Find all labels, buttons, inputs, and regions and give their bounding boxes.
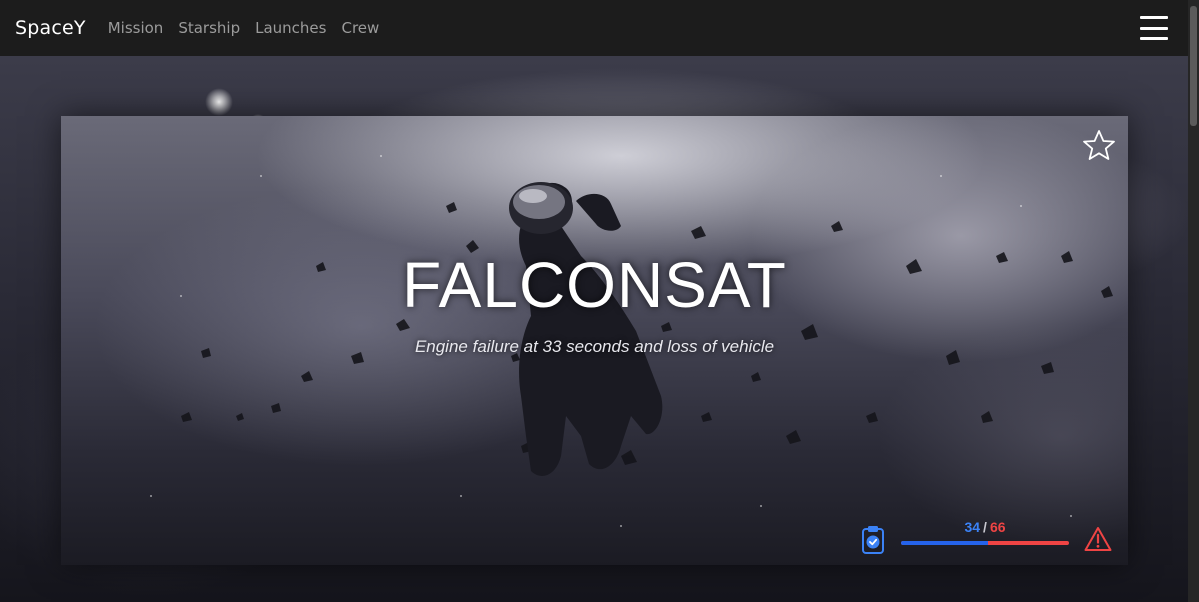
star-outline-icon[interactable] — [1081, 128, 1117, 164]
star-sparkle — [205, 88, 233, 116]
total-count: 66 — [989, 519, 1006, 535]
mission-progress-bar — [901, 541, 1069, 545]
warning-triangle-icon[interactable] — [1084, 526, 1112, 552]
nav-link-mission[interactable]: Mission — [108, 19, 164, 37]
mission-status-row: 34/66 — [861, 519, 1121, 559]
mission-title: FALCONSAT — [402, 249, 787, 321]
nav-link-starship[interactable]: Starship — [178, 19, 240, 37]
crew-count-label: 34/66 — [901, 519, 1069, 535]
nav-link-launches[interactable]: Launches — [255, 19, 326, 37]
page-scrollbar[interactable] — [1188, 0, 1199, 602]
progress-fill — [901, 541, 988, 545]
done-count: 34 — [964, 519, 981, 535]
clipboard-check-icon — [862, 526, 884, 554]
scrollbar-thumb[interactable] — [1190, 6, 1197, 126]
mission-subtitle: Engine failure at 33 seconds and loss of… — [414, 337, 775, 356]
top-navbar: SpaceY Mission Starship Launches Crew — [0, 0, 1188, 56]
count-separator: / — [983, 519, 987, 535]
nav-link-crew[interactable]: Crew — [341, 19, 379, 37]
hamburger-menu-icon[interactable] — [1140, 16, 1168, 40]
mission-card[interactable]: FALCONSAT Engine failure at 33 seconds a… — [61, 116, 1128, 565]
brand-link[interactable]: SpaceY — [15, 17, 86, 39]
